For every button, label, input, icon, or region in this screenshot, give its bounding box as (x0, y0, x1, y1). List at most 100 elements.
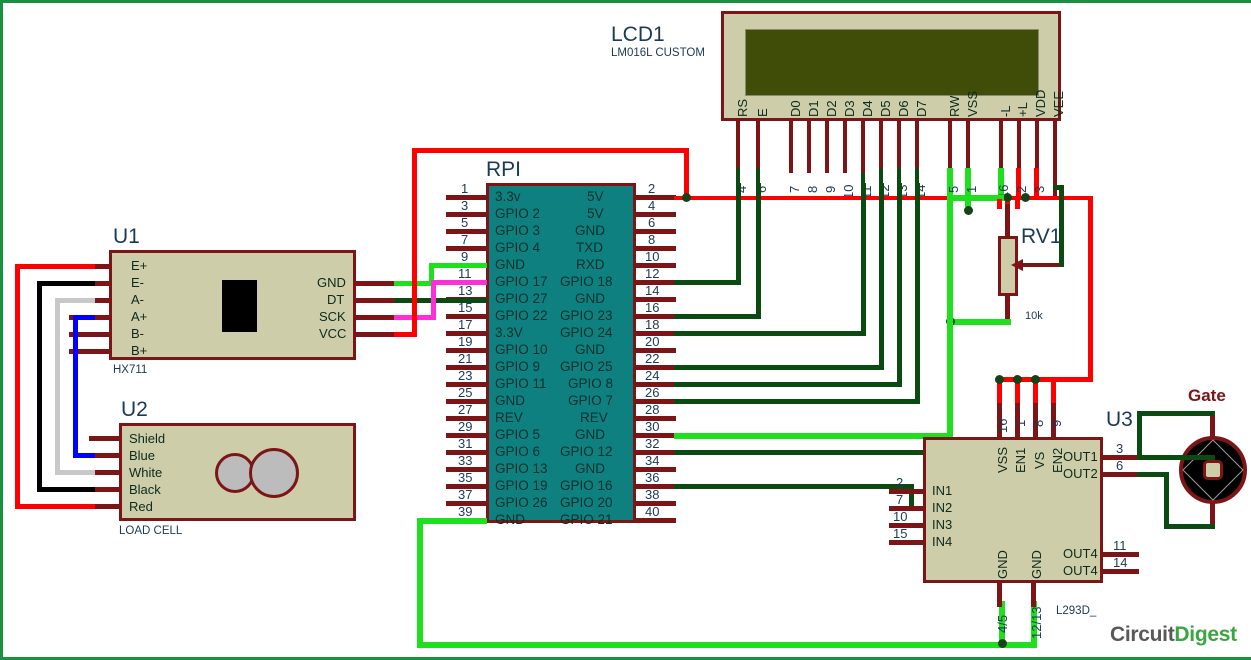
lcd-pin-number: 9 (823, 185, 838, 193)
hx711-ref-label: U1 (113, 225, 140, 248)
wire-gpio25-to-lcd-d5 (879, 183, 884, 370)
gnd-bus-bottom (417, 642, 1005, 648)
wire-white-loadcell (55, 470, 95, 475)
wire-gpio7-to-lcd-d7 (915, 183, 920, 404)
watermark-digest-text: Digest (1174, 623, 1237, 646)
wire-gpio24-to-lcd-d4 (861, 183, 866, 336)
lcd-pin-label-rw: RW (947, 95, 962, 117)
wire-gpio7-to-lcd-d7 (674, 399, 919, 404)
loadcell-part-label: LOAD CELL (119, 525, 183, 537)
wire-out1-to-motor (1137, 411, 1215, 416)
gnd-bus-pin39 (417, 518, 487, 524)
lcd-pin-number: 3 (1032, 185, 1047, 193)
wire-gpio16-to-in2 (909, 484, 914, 506)
wire-gpio12-to-in1 (674, 450, 936, 455)
lcd-pin-label-minusL: -L (998, 105, 1013, 117)
lcd-pin-label-vdd: VDD (1033, 89, 1048, 117)
wire-out2-to-motor (1164, 524, 1215, 529)
lcd-pin-number: 7 (787, 185, 802, 193)
lcd-screen (745, 29, 1039, 96)
loadcell-ref-label: U2 (121, 398, 148, 421)
lcd-pin-stem (861, 121, 865, 173)
junction-dot (1003, 193, 1012, 202)
lcd-pin-stem (825, 121, 829, 173)
wire-5v-bus-down (684, 148, 689, 196)
wire-blue-loadcell (73, 453, 95, 458)
wire-gpio8-to-lcd-d6 (674, 382, 901, 387)
wire-out1-to-motor (1137, 411, 1142, 459)
wire-red-loadcell (15, 264, 20, 509)
lcd-ref-label: LCD1 (611, 23, 665, 46)
wire-out2-to-motor (1164, 472, 1169, 529)
wire-black-loadcell (37, 487, 95, 492)
wire-5v-to-l293d-stub (1051, 377, 1056, 403)
lcd-pin-stem (843, 121, 847, 173)
wire-white-loadcell (55, 298, 60, 475)
wire-rv1-to-gnd (949, 319, 1011, 325)
rv1-value-label: 10k (1025, 310, 1043, 322)
gnd-bus-to-rpi30 (674, 433, 953, 439)
l293d-ref-label: U3 (1106, 408, 1133, 431)
gnd-bus-vertical (947, 196, 953, 439)
wire-white-loadcell (55, 298, 95, 303)
wire-rv1-wiper-to-vee (1059, 185, 1064, 265)
lcd-pin-number: 1 (964, 185, 979, 193)
rpi-ref-label: RPI (486, 158, 522, 181)
loadcell-gauge-right (249, 448, 299, 498)
wire-red-loadcell (15, 264, 95, 269)
motor-label: Gate (1188, 386, 1226, 405)
junction-dot (1013, 375, 1022, 384)
lcd-pin-number: 8 (805, 185, 820, 193)
wire-rv1-wiper-to-vee (1053, 185, 1064, 190)
lcd-pin-label-d0: D0 (788, 100, 803, 117)
l293d-part-label: L293D_ (1056, 605, 1097, 617)
junction-dot (998, 639, 1007, 648)
wire-gpio25-to-lcd-d5 (674, 365, 883, 370)
junction-dot (682, 193, 691, 202)
hx711-chip-block (222, 280, 257, 332)
lcd-pin-label-rs: RS (735, 98, 750, 117)
lcd-pin-label-d1: D1 (806, 100, 821, 117)
circuit-diagram-canvas: LCD1 LM016L CUSTOM RS E D0 D1 D2 D3 D4 D… (0, 0, 1251, 660)
lcd-pin-label-d5: D5 (878, 100, 893, 117)
wire-out1-to-motor (1137, 455, 1215, 460)
lcd-pin-label-d7: D7 (914, 100, 929, 117)
wire-gpio23-to-lcd-e (756, 183, 761, 319)
lcd-pin-label-plusL: +L (1015, 102, 1030, 117)
lcd-pin-label-d6: D6 (896, 100, 911, 117)
wire-blue-loadcell (73, 315, 78, 458)
wire-gpio16-to-in2 (674, 484, 914, 489)
lcd-wire-plusL (1016, 168, 1021, 199)
gnd-bus-pin39 (417, 518, 423, 648)
rv1-ref-label: RV1 (1021, 225, 1062, 248)
wire-hx711-dt (394, 298, 487, 303)
wire-5v-to-l293d (1088, 196, 1093, 381)
lcd-pin-stem (789, 121, 793, 173)
junction-dot (1031, 375, 1040, 384)
hx711-part-label: HX711 (113, 364, 148, 376)
lcd-pin-label-vee: VEE (1051, 90, 1066, 117)
lcd-wire-vdd (1034, 168, 1039, 199)
lcd-pin-label-vss: VSS (965, 90, 980, 117)
wire-gpio23-to-lcd-e (674, 314, 760, 319)
rv1-top-lead (1005, 199, 1010, 237)
junction-dot (1021, 193, 1030, 202)
wire-5v-bus-top (412, 148, 689, 153)
motor-hub (1203, 460, 1223, 480)
wire-5v-to-l293d (997, 377, 1093, 382)
gnd-bus-lcd-link (947, 195, 1004, 201)
wire-hx711-sck (431, 280, 487, 285)
junction-dot (964, 206, 973, 215)
lcd-pin-label-d3: D3 (842, 100, 857, 117)
lcd-pin-label-d2: D2 (824, 100, 839, 117)
lcd-pin-number: 2 (1014, 185, 1029, 193)
wire-black-loadcell (37, 281, 95, 286)
lcd-pin-stem (807, 121, 811, 173)
lcd-pin-label-e: E (755, 108, 770, 117)
wire-black-loadcell (37, 281, 42, 492)
wire-gpio18-to-lcd-rs (674, 280, 740, 285)
wire-gpio24-to-lcd-d4 (674, 331, 865, 336)
lcd-part-label: LM016L CUSTOM (611, 47, 705, 59)
rv1-wiper-arrow (1011, 259, 1023, 271)
wire-hx711-vcc (412, 148, 417, 337)
